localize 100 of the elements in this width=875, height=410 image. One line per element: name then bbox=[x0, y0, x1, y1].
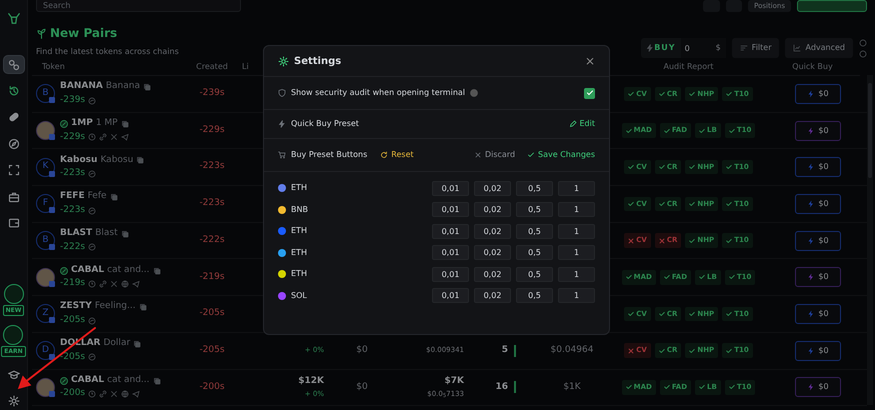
preset-amount-field[interactable]: 0,02 bbox=[474, 266, 511, 282]
check-icon bbox=[728, 128, 735, 134]
quick-buy-button[interactable]: $0 bbox=[795, 194, 841, 214]
copy-icon bbox=[142, 83, 151, 92]
check-icon bbox=[658, 310, 665, 317]
preset-amount-field[interactable]: 1 bbox=[558, 266, 595, 282]
chain-name: ETH bbox=[291, 268, 307, 280]
check-icon bbox=[726, 238, 732, 244]
lightning-icon bbox=[807, 236, 816, 245]
preset-amount-field[interactable]: 0,01 bbox=[432, 266, 469, 282]
chain-badge-icon bbox=[49, 390, 55, 397]
quick-buy-button[interactable]: $0 bbox=[795, 304, 841, 324]
preset-amount-field[interactable]: 1 bbox=[558, 224, 595, 238]
check-icon bbox=[726, 90, 732, 97]
check-icon bbox=[699, 384, 706, 390]
token-age: -219s bbox=[60, 277, 86, 290]
discard-button[interactable]: Discard bbox=[474, 149, 516, 161]
copy-icon bbox=[152, 266, 161, 275]
check-icon bbox=[726, 164, 732, 170]
preset-amount-field[interactable]: 0,02 bbox=[474, 202, 511, 217]
cart-icon bbox=[278, 151, 286, 159]
check-icon bbox=[728, 384, 735, 390]
x-logo-icon bbox=[110, 133, 118, 142]
check-icon bbox=[664, 274, 670, 280]
table-cell: $0.04964 bbox=[550, 344, 594, 355]
checkbox[interactable] bbox=[584, 88, 595, 98]
filter-button[interactable]: Filter bbox=[732, 38, 780, 58]
close-icon bbox=[474, 151, 482, 159]
preset-amount-field[interactable]: 0,01 bbox=[432, 180, 469, 196]
cross-icon bbox=[628, 348, 634, 354]
preset-amount-field[interactable]: 0,01 bbox=[432, 288, 469, 303]
chain-name: ETH bbox=[291, 182, 307, 194]
edit-button[interactable]: Edit bbox=[568, 118, 595, 130]
preset-amount-field[interactable]: 0,01 bbox=[432, 245, 469, 260]
quick-buy-button[interactable]: $0 bbox=[795, 267, 841, 288]
close-button[interactable]: × bbox=[584, 55, 595, 67]
save-changes-button[interactable]: Save Changes bbox=[527, 149, 595, 161]
created-time: -223s bbox=[198, 197, 226, 210]
quick-buy-button[interactable]: $0 bbox=[795, 120, 841, 141]
preset-amount-field[interactable]: 1 bbox=[558, 202, 595, 217]
graduation-cap-icon[interactable] bbox=[8, 368, 20, 381]
preset-amount-field[interactable]: 1 bbox=[558, 180, 595, 196]
token-symbol: Kabosu bbox=[60, 154, 98, 167]
quick-buy-button[interactable]: $0 bbox=[795, 340, 841, 361]
token-avatar: B bbox=[36, 231, 55, 250]
preset-amount-field[interactable]: 0,01 bbox=[432, 224, 469, 238]
preset-amount-field[interactable]: 1 bbox=[558, 245, 595, 260]
currency-label: $ bbox=[710, 38, 726, 58]
shield-icon bbox=[278, 89, 286, 97]
preset-amount-field[interactable]: 0,02 bbox=[474, 288, 511, 303]
preset-amount-field[interactable]: 0,5 bbox=[516, 245, 553, 260]
preset-amount-field[interactable]: 0,5 bbox=[516, 288, 553, 303]
preset-amount-field[interactable]: 0,02 bbox=[474, 180, 511, 196]
copy-icon bbox=[120, 230, 129, 238]
sprout-icon bbox=[36, 28, 47, 38]
preset-amount-field[interactable]: 0,02 bbox=[474, 224, 511, 238]
column-header: Created bbox=[196, 62, 228, 71]
created-time: -205s bbox=[198, 307, 226, 320]
chain-badge-icon bbox=[49, 207, 55, 214]
preset-amount-field[interactable]: 0,5 bbox=[516, 180, 553, 196]
token-name: 1 MP bbox=[96, 117, 118, 130]
check-icon bbox=[658, 164, 665, 170]
lightning-icon bbox=[278, 120, 286, 128]
globe-icon bbox=[121, 390, 130, 398]
promo-badge-icon[interactable] bbox=[4, 284, 24, 304]
chain-badge-icon bbox=[49, 317, 55, 324]
token-avatar: B bbox=[36, 84, 55, 104]
amount-field[interactable]: 0 bbox=[680, 38, 711, 58]
token-name: Kabosu bbox=[100, 154, 134, 167]
preset-amount-field[interactable]: 1 bbox=[558, 288, 595, 303]
sidebar-item[interactable] bbox=[4, 56, 24, 74]
quick-buy-button[interactable]: $0 bbox=[795, 230, 841, 251]
preset-amount-field[interactable]: 0,5 bbox=[516, 266, 553, 282]
token-age: -205s bbox=[60, 314, 86, 327]
preset-amount-field[interactable]: 0,5 bbox=[516, 202, 553, 217]
chain-name: BNB bbox=[291, 204, 308, 216]
reset-button[interactable]: Reset bbox=[380, 149, 414, 161]
created-time: -222s bbox=[198, 234, 226, 247]
copy-icon bbox=[136, 156, 144, 164]
advanced-button[interactable]: Advanced bbox=[785, 38, 853, 58]
buy-label: BUY bbox=[641, 42, 681, 54]
check-icon bbox=[726, 200, 732, 207]
token-symbol: ZESTY bbox=[60, 300, 92, 314]
table-cell: $0 bbox=[356, 382, 368, 392]
search-field[interactable]: Search bbox=[36, 0, 241, 12]
chain-badge-icon bbox=[49, 354, 55, 360]
circle-icon bbox=[859, 38, 867, 46]
created-time: -229s bbox=[198, 124, 226, 137]
expand-icon bbox=[8, 164, 20, 176]
preset-amount-field[interactable]: 0,5 bbox=[516, 224, 553, 238]
token-name: Feeling... bbox=[94, 300, 136, 314]
promo-badge-icon[interactable] bbox=[3, 325, 24, 346]
preset-amount-field[interactable]: 0,02 bbox=[474, 245, 511, 260]
cross-icon bbox=[658, 238, 665, 244]
quick-buy-button[interactable]: $0 bbox=[795, 84, 841, 104]
quick-buy-button[interactable]: $0 bbox=[795, 157, 841, 178]
quick-buy-button[interactable]: $0 bbox=[795, 377, 841, 398]
preset-amount-field[interactable]: 0,01 bbox=[432, 202, 469, 217]
lightning-icon bbox=[807, 163, 816, 172]
scrollbar[interactable] bbox=[867, 75, 873, 405]
